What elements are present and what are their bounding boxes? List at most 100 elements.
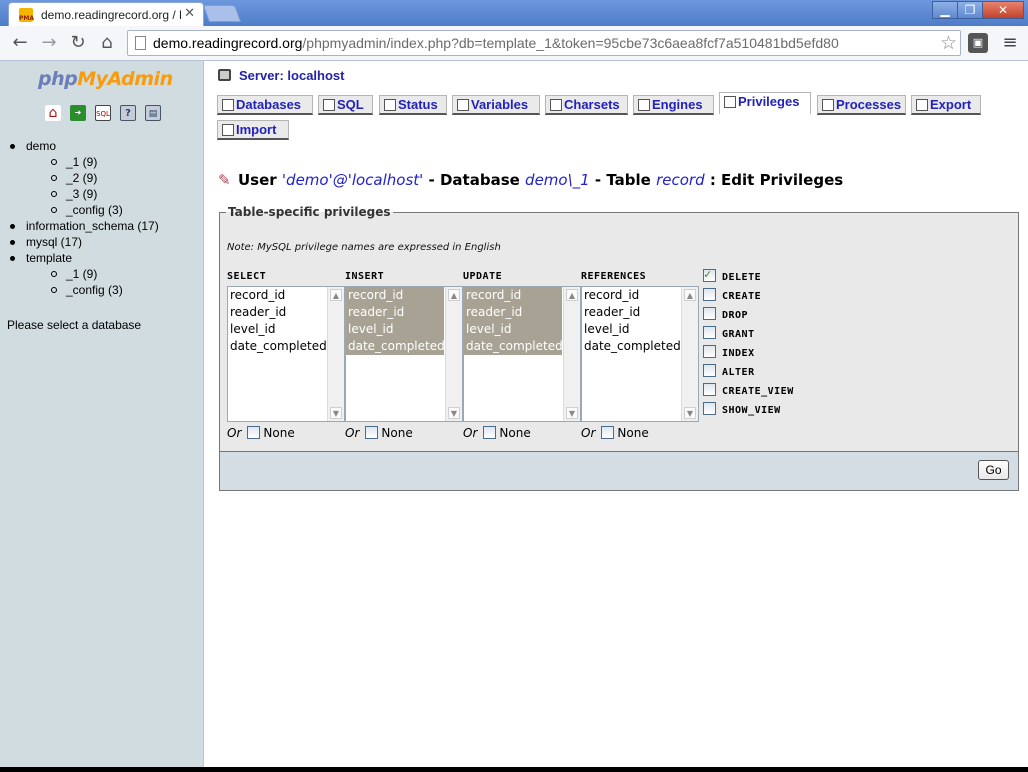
priv-show-view[interactable]: SHOW_VIEW [703, 402, 794, 421]
star-icon[interactable]: ☆ [940, 32, 957, 54]
list-item[interactable]: reader_id [346, 304, 444, 321]
priv-delete[interactable]: DELETE [703, 267, 794, 288]
tab-sql[interactable]: SQL [318, 95, 373, 115]
server-breadcrumb[interactable]: Server: localhost [218, 68, 345, 83]
new-tab-button[interactable] [202, 5, 242, 22]
tab-import[interactable]: Import [217, 120, 289, 140]
scroll-up-icon[interactable]: ▲ [566, 289, 578, 301]
home-icon[interactable]: ⌂ [96, 32, 118, 54]
scroll-up-icon[interactable]: ▲ [684, 289, 696, 301]
go-button[interactable]: Go [978, 460, 1009, 480]
grant-checkbox[interactable] [703, 326, 716, 339]
status-icon [384, 99, 396, 111]
list-item[interactable]: reader_id [464, 304, 562, 321]
db-item-demo[interactable]: demo _1 (9) _2 (9) _3 (9) _config (3) [10, 138, 204, 218]
table-item[interactable]: _config (3) [51, 202, 204, 218]
insert-none-checkbox[interactable] [365, 426, 379, 439]
wrench-menu-icon[interactable]: ≡ [1000, 31, 1020, 55]
db-item-mysql[interactable]: mysql (17) [10, 234, 204, 250]
update-none-checkbox[interactable] [483, 426, 497, 439]
select-columns-listbox[interactable]: record_id reader_id level_id date_comple… [227, 286, 345, 422]
tab-databases[interactable]: Databases [217, 95, 313, 115]
priv-create[interactable]: CREATE [703, 288, 794, 307]
tab-engines[interactable]: Engines [633, 95, 714, 115]
scroll-down-icon[interactable]: ▼ [448, 407, 460, 419]
drop-checkbox[interactable] [703, 307, 716, 320]
address-url[interactable]: demo.readingrecord.org/phpmyadmin/index.… [153, 35, 839, 51]
database-link[interactable]: demo\_1 [525, 171, 590, 189]
window-close-button[interactable]: ✕ [982, 1, 1024, 19]
table-item[interactable]: _1 (9) [51, 266, 204, 282]
index-checkbox[interactable] [703, 345, 716, 358]
list-item[interactable]: level_id [464, 321, 562, 338]
window-minimize-button[interactable]: ▁ [932, 1, 958, 19]
privilege-checkbox-list: DELETE CREATE DROP GRANT INDEX ALTER CRE… [703, 267, 794, 421]
references-columns-listbox[interactable]: record_id reader_id level_id date_comple… [581, 286, 699, 422]
url-path: /phpmyadmin/index.php?db=template_1&toke… [302, 35, 839, 51]
list-item[interactable]: level_id [346, 321, 444, 338]
priv-drop[interactable]: DROP [703, 307, 794, 326]
alter-checkbox[interactable] [703, 364, 716, 377]
window-restore-button[interactable]: ❐ [957, 1, 983, 19]
listbox-scrollbar[interactable]: ▲ ▼ [681, 287, 698, 421]
priv-grant[interactable]: GRANT [703, 326, 794, 345]
priv-create-view[interactable]: CREATE_VIEW [703, 383, 794, 402]
column-label-select: SELECT [227, 271, 267, 282]
table-link[interactable]: record [656, 171, 705, 189]
home-icon[interactable]: ⌂ [45, 105, 61, 121]
sql-query-icon[interactable]: SQL [95, 105, 111, 121]
scroll-down-icon[interactable]: ▼ [566, 407, 578, 419]
address-bar[interactable]: demo.readingrecord.org/phpmyadmin/index.… [127, 30, 961, 56]
scroll-down-icon[interactable]: ▼ [684, 407, 696, 419]
tab-privileges[interactable]: Privileges [719, 92, 811, 115]
create-view-checkbox[interactable] [703, 383, 716, 396]
list-item[interactable]: date_completed [346, 338, 445, 355]
table-item[interactable]: _config (3) [51, 282, 204, 298]
scroll-down-icon[interactable]: ▼ [330, 407, 342, 419]
create-checkbox[interactable] [703, 288, 716, 301]
references-none-checkbox[interactable] [601, 426, 615, 439]
forward-arrow-icon[interactable]: → [38, 32, 60, 54]
list-item[interactable]: record_id [464, 287, 562, 304]
scroll-up-icon[interactable]: ▲ [330, 289, 342, 301]
extension-icon[interactable]: ▣ [968, 33, 988, 53]
tab-export[interactable]: Export [911, 95, 981, 115]
help-icon[interactable]: ? [120, 105, 136, 121]
list-item[interactable]: record_id [346, 287, 444, 304]
insert-columns-listbox[interactable]: record_id reader_id level_id date_comple… [345, 286, 463, 422]
listbox-scrollbar[interactable]: ▲ ▼ [563, 287, 580, 421]
tab-close-icon[interactable]: ✕ [184, 6, 195, 21]
engines-icon [638, 99, 650, 111]
scroll-up-icon[interactable]: ▲ [448, 289, 460, 301]
table-item[interactable]: _2 (9) [51, 170, 204, 186]
priv-index[interactable]: INDEX [703, 345, 794, 364]
exit-icon[interactable]: ➜ [70, 105, 86, 121]
tab-variables[interactable]: Variables [452, 95, 540, 115]
fieldset-legend: Table-specific privileges [226, 205, 393, 219]
tab-processes[interactable]: Processes [817, 95, 906, 115]
listbox-scrollbar[interactable]: ▲ ▼ [445, 287, 462, 421]
select-none-checkbox[interactable] [247, 426, 261, 439]
show-view-checkbox[interactable] [703, 402, 716, 415]
tab-status[interactable]: Status [379, 95, 447, 115]
browser-tab[interactable]: PMA demo.readingrecord.org / loc ✕ [8, 2, 204, 26]
db-item-information-schema[interactable]: information_schema (17) [10, 218, 204, 234]
list-item[interactable]: date_completed [464, 338, 563, 355]
docs-icon[interactable]: ▤ [145, 105, 161, 121]
back-arrow-icon[interactable]: ← [9, 32, 31, 54]
browser-toolbar: ← → ↻ ⌂ demo.readingrecord.org/phpmyadmi… [0, 26, 1028, 61]
phpmyadmin-logo[interactable]: phpMyAdmin [38, 68, 173, 90]
user-link[interactable]: 'demo'@'localhost' [282, 171, 423, 189]
select-none-row: Or None [227, 426, 295, 440]
listbox-scrollbar[interactable]: ▲ ▼ [327, 287, 344, 421]
table-item[interactable]: _3 (9) [51, 186, 204, 202]
db-item-template[interactable]: template _1 (9) _config (3) [10, 250, 204, 298]
table-item[interactable]: _1 (9) [51, 154, 204, 170]
delete-checkbox[interactable] [703, 267, 716, 282]
tab-charsets[interactable]: Charsets [545, 95, 628, 115]
references-none-row: Or None [581, 426, 649, 440]
priv-alter[interactable]: ALTER [703, 364, 794, 383]
database-tree: demo _1 (9) _2 (9) _3 (9) _config (3) in… [0, 138, 204, 298]
update-columns-listbox[interactable]: record_id reader_id level_id date_comple… [463, 286, 581, 422]
reload-icon[interactable]: ↻ [67, 32, 89, 54]
